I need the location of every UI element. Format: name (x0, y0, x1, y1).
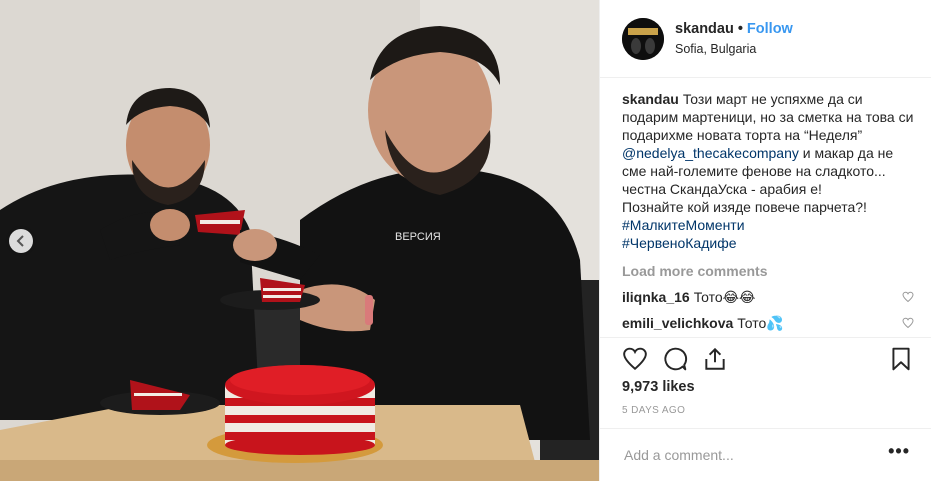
like-heart-icon[interactable] (622, 346, 648, 372)
location-link[interactable]: Sofia, Bulgaria (675, 42, 756, 56)
caption-username[interactable]: skandau (622, 91, 679, 107)
caption-line-2: подарихме новата торта на “Неделя” (622, 127, 863, 143)
comment-like-heart-icon[interactable] (902, 291, 914, 303)
more-options-icon[interactable]: ••• (888, 441, 910, 462)
comments-section[interactable]: skandau Този март не успяхме да си подари… (622, 90, 914, 337)
post-details-panel: skandau • Follow Sofia, Bulgaria skandau То… (599, 0, 931, 481)
follow-button[interactable]: Follow (747, 21, 793, 37)
comment-bubble-icon[interactable] (662, 346, 688, 372)
hashtag-link[interactable]: #ЧервеноКадифе (622, 234, 914, 252)
comment-text: Тото😂😂 (693, 289, 756, 305)
mention-link[interactable]: @nedelya_thecakecompany (622, 145, 799, 161)
caption-line-5: Познайте кой изяде повече парчета?! (622, 199, 867, 215)
save-bookmark-icon[interactable] (888, 346, 914, 372)
caption-line-3: @nedelya_thecakecompany и макар да не см… (622, 144, 914, 180)
comment-row: iliqnka_16 Тото😂😂 (622, 288, 914, 306)
post-actions-bar (600, 337, 931, 381)
comment-username[interactable]: iliqnka_16 (622, 289, 690, 305)
comment-input[interactable] (622, 443, 876, 467)
likes-count[interactable]: 9,973 likes (622, 379, 695, 395)
share-icon[interactable] (702, 346, 728, 372)
separator-dot: • (737, 21, 743, 37)
chevron-left-icon (16, 235, 24, 247)
caption-line-4: честна СкандаУска - арабия е! (622, 181, 822, 197)
avatar[interactable] (622, 18, 664, 60)
comment-text: Тото💦 (737, 315, 784, 331)
avatar-image (622, 18, 664, 60)
post-photo-illustration: ВЕРСИЯ (0, 0, 599, 481)
username-link[interactable]: skandau (675, 21, 734, 37)
add-comment-bar: ••• (600, 428, 931, 481)
caption: skandau Този март не успяхме да си подари… (622, 90, 914, 252)
post-header: skandau • Follow Sofia, Bulgaria (600, 0, 931, 78)
load-more-comments-button[interactable]: Load more comments (622, 262, 914, 280)
comment-like-heart-icon[interactable] (902, 317, 914, 329)
post-timestamp[interactable]: 5 DAYS AGO (622, 405, 685, 416)
previous-photo-button[interactable] (9, 229, 33, 253)
comment-row: emili_velichkova Тото💦 (622, 314, 914, 332)
hashtag-link[interactable]: #МалкитеМоменти (622, 216, 914, 234)
comment-username[interactable]: emili_velichkova (622, 315, 733, 331)
post-photo[interactable]: ВЕРСИЯ (0, 0, 599, 481)
hoodie-text: ВЕРСИЯ (395, 231, 441, 243)
